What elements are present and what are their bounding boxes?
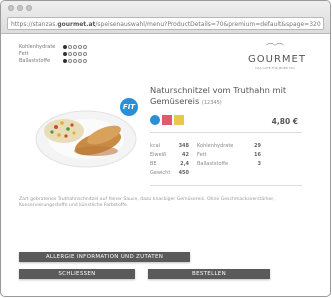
rating-dot-icon[interactable] [83,58,87,63]
leaf-icon [174,115,184,125]
nutrient-label: Kohlenhydrate [197,142,234,149]
rating-dot-icon[interactable] [73,58,77,63]
logo-text: GOURMET [248,54,306,65]
nutrient-label: Fett [197,151,207,158]
nutrient-filters: Kohlenhydrate Fett Ballaststoffe [19,43,87,64]
rating-dot-icon[interactable] [78,58,82,63]
title-bar: https://stanzas.gourmet.at/speisenauswah… [1,1,330,34]
fit-icon [150,115,160,125]
filter-row: Fett [19,50,87,57]
url-path: /speisenauswahl/menu?ProductDetails=70&p… [95,21,321,28]
rating-dot-icon[interactable] [63,44,67,49]
nutrient-label: kcal [150,142,161,149]
nutrition-table: kcal 348 Kohlenhydrate 29 Eiweiß 42 Fett… [150,141,300,177]
rating-dot-icon[interactable] [78,44,82,49]
divider [150,132,302,133]
filter-rating[interactable] [63,51,87,56]
nutrient-value: 29 [254,142,261,149]
nutrient-label: Gewicht [150,169,171,176]
filter-label: Fett [19,50,29,57]
address-bar[interactable]: https://stanzas.gourmet.at/speisenauswah… [7,17,324,30]
gourmet-logo: ⌒⌒ GOURMET DAS GUTE FÜR JEDEN TAG [248,44,306,71]
nutrient-label: Ballaststoffe [197,160,229,167]
product-title: Naturschnitzel vom Truthahn mit Gemüsere… [150,85,310,109]
nutrient-label: Eiweiß [150,151,167,158]
rating-dot-icon[interactable] [68,58,72,63]
nutrient-value: 42 [182,151,189,158]
url-domain: gourmet.at [57,21,96,28]
nutrient-value: 3 [257,160,261,167]
heart-icon [162,115,172,125]
minimize-window-icon[interactable] [17,5,23,11]
filter-label: Kohlenhydrate [19,43,56,50]
product-price: 4,80 € [271,117,298,126]
rating-dot-icon[interactable] [68,44,72,49]
nutrient-value: 16 [254,151,261,158]
url-prefix: https://stanzas. [11,21,58,28]
nutrient-label: BE [150,160,157,167]
nutrient-value: 348 [178,142,189,149]
fit-badge: FIT [120,98,138,116]
rating-dot-icon[interactable] [78,51,82,56]
product-code: (12345) [201,100,222,106]
close-button[interactable]: SCHLIESSEN [19,269,135,279]
rating-dot-icon[interactable] [63,51,67,56]
divider [150,185,302,186]
nutrition-row: kcal 348 Kohlenhydrate 29 [150,141,300,150]
nutrition-row: Eiweiß 42 Fett 16 [150,150,300,159]
logo-tagline: DAS GUTE FÜR JEDEN TAG [255,66,295,70]
nutrient-value: 450 [178,169,189,176]
nutrition-row: Gewicht 450 [150,168,300,177]
close-window-icon[interactable] [8,5,14,11]
rating-dot-icon[interactable] [73,51,77,56]
rating-dot-icon[interactable] [83,51,87,56]
filter-row: Kohlenhydrate [19,43,87,50]
browser-window: https://stanzas.gourmet.at/speisenauswah… [0,0,331,297]
rating-dot-icon[interactable] [63,58,67,63]
filter-rating[interactable] [63,58,87,63]
nutrient-value: 2,4 [180,160,189,167]
filter-label: Ballaststoffe [19,57,51,64]
filter-rating[interactable] [63,44,87,49]
product-description: Zart gebratenes Truthahnschnitzel auf fe… [19,197,275,208]
rating-dot-icon[interactable] [73,44,77,49]
window-controls [8,5,32,11]
nutrition-row: BE 2,4 Ballaststoffe 3 [150,159,300,168]
rating-dot-icon[interactable] [68,51,72,56]
order-button[interactable]: BESTELLEN [148,269,270,279]
diet-badges [150,115,184,125]
filter-row: Ballaststoffe [19,57,87,64]
rating-dot-icon[interactable] [83,44,87,49]
logo-mark-icon: ⌒⌒ [265,44,284,54]
allergy-info-button[interactable]: ALLERGIE INFORMATION UND ZUTATEN [19,252,190,262]
maximize-window-icon[interactable] [26,5,32,11]
